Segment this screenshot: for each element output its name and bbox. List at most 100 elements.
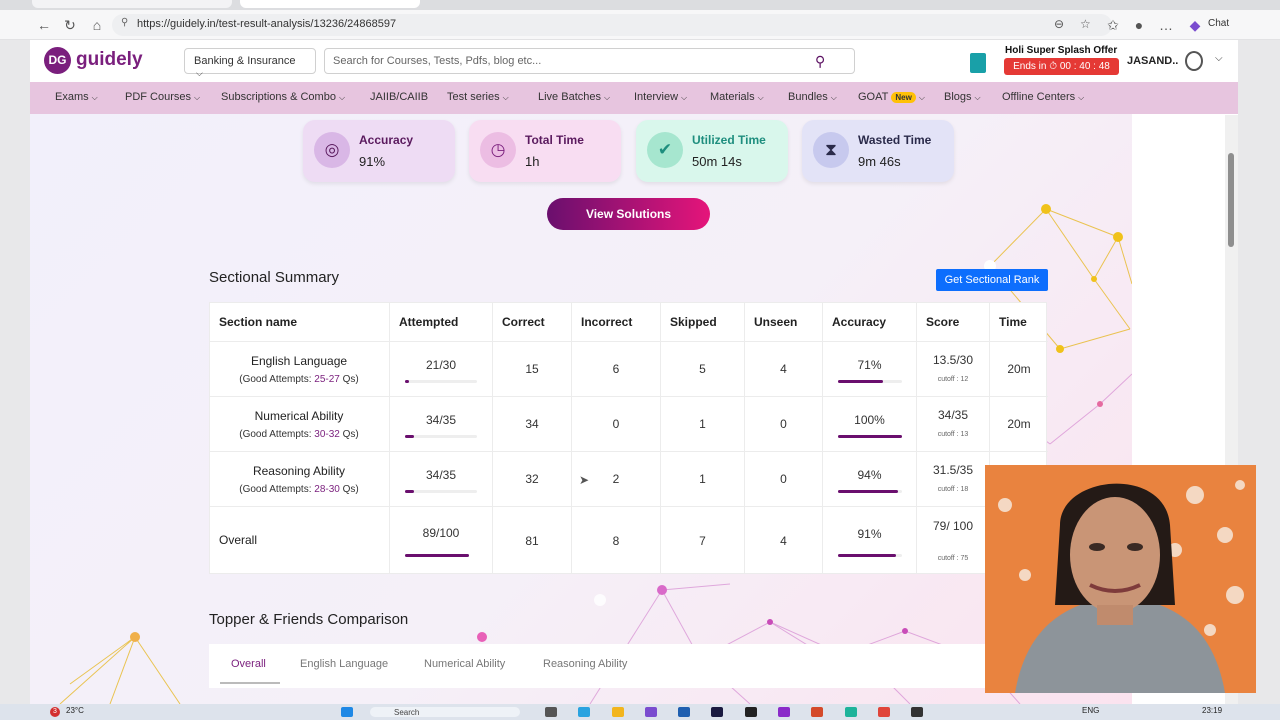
new-badge: New xyxy=(891,92,916,103)
scrollbar-thumb[interactable] xyxy=(1228,153,1234,247)
search-input[interactable]: Search for Courses, Tests, Pdfs, blog et… xyxy=(324,48,855,74)
accuracy-cell: 71% xyxy=(822,342,916,396)
time-cell: 20m xyxy=(989,342,1048,396)
app-icon[interactable] xyxy=(711,707,723,717)
file-explorer-icon[interactable] xyxy=(612,707,624,717)
gift-icon[interactable] xyxy=(970,53,986,73)
url-field[interactable]: ⚲ https://guidely.in/test-result-analysi… xyxy=(112,14,1112,36)
taskbar-search[interactable]: Search xyxy=(370,707,520,717)
tab-overall[interactable]: Overall xyxy=(231,658,266,670)
stat-label: Wasted Time xyxy=(858,133,932,147)
reload-icon[interactable]: ↻ xyxy=(61,16,79,34)
tab-numerical-ability[interactable]: Numerical Ability xyxy=(424,658,505,670)
menu-subscriptions[interactable]: Subscriptions & Combo ⌵ xyxy=(221,91,345,103)
attempted-cell: 89/100 xyxy=(389,507,492,574)
app-icon[interactable] xyxy=(845,707,857,717)
browser-tab-active[interactable] xyxy=(240,0,420,8)
notification-badge[interactable]: 3 xyxy=(50,707,60,717)
logo-text[interactable]: guidely xyxy=(76,49,143,71)
copilot-icon[interactable]: ◆ xyxy=(1186,16,1204,34)
view-solutions-button[interactable]: View Solutions xyxy=(547,198,710,230)
clock-text[interactable]: 23:19 xyxy=(1202,706,1222,715)
chevron-down-icon: ⌵ xyxy=(194,93,201,102)
task-view-icon[interactable] xyxy=(545,707,557,717)
sectional-summary-title: Sectional Summary xyxy=(209,269,340,286)
telegram-icon[interactable] xyxy=(578,707,590,717)
app-icon[interactable] xyxy=(745,707,757,717)
chevron-down-icon: ⌵ xyxy=(196,68,203,78)
tab-reasoning-ability[interactable]: Reasoning Ability xyxy=(543,658,627,670)
browser-tab[interactable] xyxy=(32,0,232,8)
chevron-down-icon: ⌵ xyxy=(918,93,925,102)
time-value: 20m xyxy=(1007,362,1031,376)
menu-blogs[interactable]: Blogs ⌵ xyxy=(944,91,981,103)
language-indicator[interactable]: ENG xyxy=(1082,706,1099,715)
menu-materials[interactable]: Materials ⌵ xyxy=(710,91,764,103)
good-attempts: (Good Attempts: 28-30 Qs) xyxy=(210,484,388,495)
unseen-value: 4 xyxy=(780,362,787,376)
unseen-cell: 0 xyxy=(744,397,822,451)
category-select[interactable]: Banking & Insurance ⌵ xyxy=(184,48,316,78)
incorrect-cell: 6 xyxy=(571,342,660,396)
menu-offline-centers[interactable]: Offline Centers ⌵ xyxy=(1002,91,1084,103)
menu-bundles[interactable]: Bundles ⌵ xyxy=(788,91,837,103)
weather-text[interactable]: 23°C xyxy=(66,706,84,715)
header-cell: Score xyxy=(916,303,989,341)
time-cell: 20m xyxy=(989,397,1048,451)
correct-cell: 34 xyxy=(492,397,571,451)
app-icon[interactable] xyxy=(778,707,790,717)
user-icon[interactable] xyxy=(1185,51,1203,71)
copilot-icon[interactable] xyxy=(645,707,657,717)
tab-english-language[interactable]: English Language xyxy=(300,658,388,670)
menu-exams[interactable]: Exams ⌵ xyxy=(55,91,98,103)
accuracy-value: 94% xyxy=(857,468,882,482)
table-row: English Language (Good Attempts: 25-27 Q… xyxy=(210,341,1048,396)
favorites-icon[interactable]: ✩ xyxy=(1104,16,1122,34)
more-icon[interactable]: … xyxy=(1157,16,1175,34)
get-sectional-rank-button[interactable]: Get Sectional Rank xyxy=(936,269,1048,291)
menu-label: Blogs xyxy=(944,91,972,103)
section-name-cell: English Language (Good Attempts: 25-27 Q… xyxy=(210,342,389,396)
favorite-icon[interactable]: ☆ xyxy=(1080,17,1091,31)
offer-title[interactable]: Holi Super Splash Offer xyxy=(1005,45,1117,56)
score-cell: 79/ 100 cutoff : 75 xyxy=(916,507,989,574)
chevron-down-icon[interactable]: ⌵ xyxy=(1215,53,1223,64)
search-icon[interactable]: ⚲ xyxy=(815,53,825,70)
attempted-cell: 21/30 xyxy=(389,342,492,396)
skipped-cell: 1 xyxy=(660,452,744,506)
chat-label[interactable]: Chat xyxy=(1208,18,1229,29)
correct-cell: 81 xyxy=(492,507,571,574)
app-icon[interactable] xyxy=(911,707,923,717)
reader-icon[interactable]: ⊖ xyxy=(1054,17,1064,31)
menu-jaiib[interactable]: JAIIB/CAIIB xyxy=(370,91,428,103)
chrome-icon[interactable] xyxy=(878,707,890,717)
accuracy-bar-fill xyxy=(838,380,884,383)
logo-badge[interactable]: DG xyxy=(44,47,71,74)
good-attempts: (Good Attempts: 25-27 Qs) xyxy=(210,374,388,385)
good-attempts-range: 25-27 xyxy=(314,374,340,385)
menu-label: Bundles xyxy=(788,91,828,103)
menu-live-batches[interactable]: Live Batches ⌵ xyxy=(538,91,610,103)
section-name-cell: Numerical Ability (Good Attempts: 30-32 … xyxy=(210,397,389,451)
app-icon[interactable] xyxy=(811,707,823,717)
header-cell: Correct xyxy=(492,303,571,341)
back-icon[interactable]: ← xyxy=(35,16,53,34)
menu-goat[interactable]: GOAT New ⌵ xyxy=(858,91,925,103)
user-name[interactable]: JASAND.. xyxy=(1127,55,1178,67)
menu-interview[interactable]: Interview ⌵ xyxy=(634,91,687,103)
attempted-value: 21/30 xyxy=(425,358,457,372)
header-label: Score xyxy=(926,315,960,329)
stat-value: 91% xyxy=(359,154,386,169)
app-icon[interactable] xyxy=(678,707,690,717)
menu-test-series[interactable]: Test series ⌵ xyxy=(447,91,509,103)
accuracy-cell: 94% xyxy=(822,452,916,506)
home-icon[interactable]: ⌂ xyxy=(88,16,106,34)
section-name: Numerical Ability xyxy=(254,409,344,423)
site-info-icon[interactable]: ⚲ xyxy=(121,17,128,28)
offer-timer[interactable]: Ends in ⏱ 00 : 40 : 48 xyxy=(1004,58,1119,75)
header-cell: Time xyxy=(989,303,1048,341)
stat-card-wasted-time: ⧗ Wasted Time 9m 46s xyxy=(802,120,954,182)
profile-icon[interactable]: ● xyxy=(1130,16,1148,34)
menu-pdf-courses[interactable]: PDF Courses ⌵ xyxy=(125,91,200,103)
windows-start-icon[interactable] xyxy=(341,707,353,717)
